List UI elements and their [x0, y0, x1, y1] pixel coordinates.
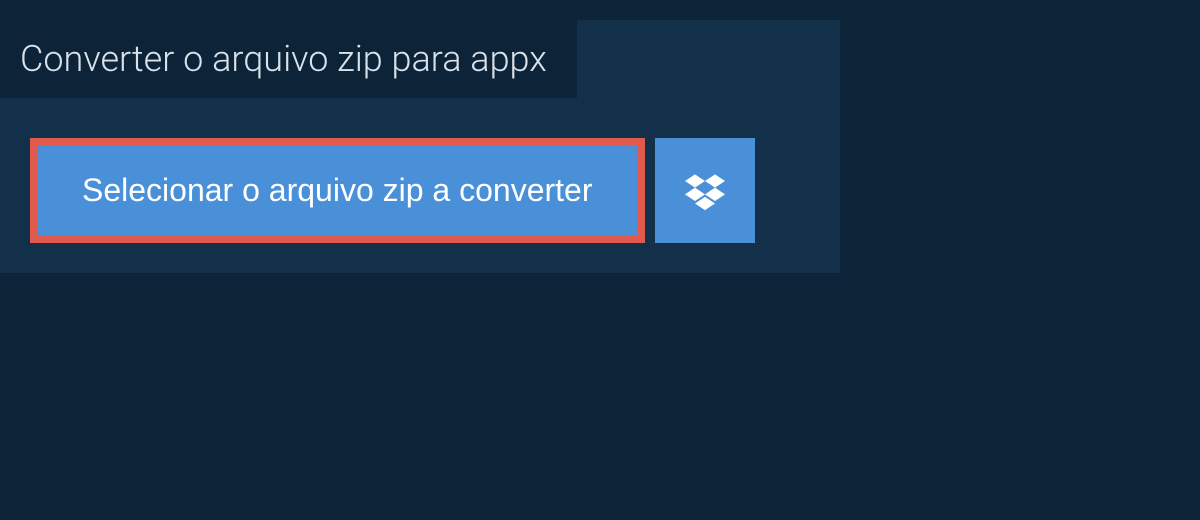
button-row: Selecionar o arquivo zip a converter	[0, 98, 840, 243]
dropbox-icon	[685, 171, 725, 211]
select-file-button[interactable]: Selecionar o arquivo zip a converter	[38, 146, 637, 235]
select-button-highlight: Selecionar o arquivo zip a converter	[30, 138, 645, 243]
title-bar: Converter o arquivo zip para appx	[0, 20, 577, 98]
dropbox-button[interactable]	[655, 138, 755, 243]
converter-panel: Converter o arquivo zip para appx Seleci…	[0, 20, 840, 273]
page-title: Converter o arquivo zip para appx	[20, 38, 547, 80]
